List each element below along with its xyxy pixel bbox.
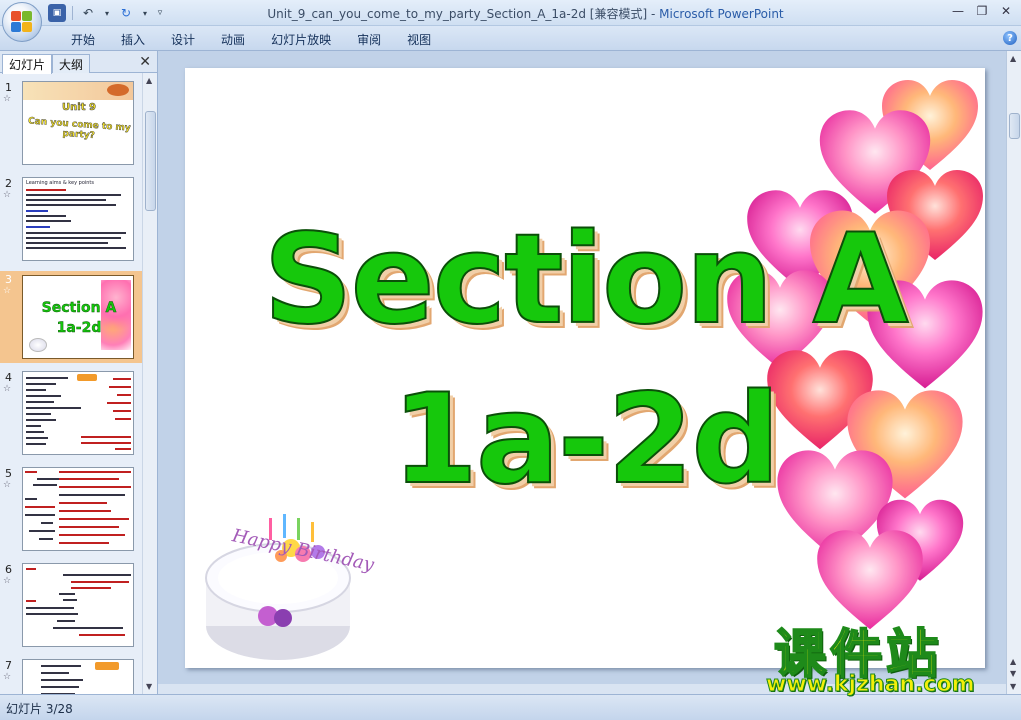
slide-number: 2 xyxy=(5,177,12,190)
minimize-icon[interactable]: — xyxy=(947,2,969,20)
slide-number: 6 xyxy=(5,563,12,576)
slide-number: 1 xyxy=(5,81,12,94)
slide-thumbnail-5[interactable]: 5 ☆ xyxy=(0,465,142,555)
editor-vertical-scrollbar[interactable]: ▲ ▲ ▼ ▼ xyxy=(1006,51,1021,694)
scroll-down-icon[interactable]: ▼ xyxy=(146,682,152,691)
slide-preview: Section A 1a-2d xyxy=(22,275,134,359)
office-button[interactable] xyxy=(2,2,42,42)
title-bar: ▣ ↶ ▾ ↻ ▾ ▿ Unit_9_can_you_come_to_my_pa… xyxy=(0,0,1021,26)
animation-star-icon: ☆ xyxy=(3,190,12,200)
slide-preview: Learning aims & key points xyxy=(22,177,134,261)
panel-close-icon[interactable]: ✕ xyxy=(139,54,151,70)
document-name: Unit_9_can_you_come_to_my_party_Section_… xyxy=(267,7,648,21)
current-slide[interactable]: Section A 1a-2d Happy Birthday xyxy=(185,68,985,668)
scroll-down-icon[interactable]: ▼ xyxy=(1010,682,1016,691)
animation-star-icon: ☆ xyxy=(3,384,12,394)
tab-home[interactable]: 开始 xyxy=(58,31,108,48)
animation-star-icon: ☆ xyxy=(3,94,12,104)
window-controls: — ❐ ✕ xyxy=(947,2,1017,20)
office-logo-icon xyxy=(11,11,33,33)
previous-slide-icon[interactable]: ▲ xyxy=(1010,657,1016,666)
ribbon-tabs: 开始 插入 设计 动画 幻灯片放映 审阅 视图 ? xyxy=(0,26,1021,51)
panel-tabs: 幻灯片 大纲 ✕ xyxy=(0,51,157,74)
slide-editor: Section A 1a-2d Happy Birthday xyxy=(158,51,1006,694)
slide-preview xyxy=(22,659,134,694)
slide-number: 3 xyxy=(5,273,12,286)
slide-title-line2[interactable]: 1a-2d xyxy=(185,377,985,503)
slides-panel: 幻灯片 大纲 ✕ 1 ☆ Unit 9 Can you come to my p… xyxy=(0,51,158,694)
close-icon[interactable]: ✕ xyxy=(995,2,1017,20)
slide-preview: Unit 9 Can you come to my party? xyxy=(22,81,134,165)
slide-title-line1[interactable]: Section A xyxy=(185,217,985,343)
tab-animations[interactable]: 动画 xyxy=(208,31,258,48)
help-icon[interactable]: ? xyxy=(1003,31,1017,45)
slide-thumbnail-2[interactable]: 2 ☆ Learning aims & key points xyxy=(0,175,142,265)
site-watermark: 课件站 www.kjzhan.com xyxy=(762,612,1002,702)
slide-thumbnail-3[interactable]: 3 ☆ Section A 1a-2d xyxy=(0,271,142,363)
scroll-thumb[interactable] xyxy=(145,111,156,211)
tab-review[interactable]: 审阅 xyxy=(344,31,394,48)
app-name: Microsoft PowerPoint xyxy=(659,7,784,21)
animation-star-icon: ☆ xyxy=(3,576,12,586)
next-slide-icon[interactable]: ▼ xyxy=(1010,669,1016,678)
slide-thumbnail-6[interactable]: 6 ☆ xyxy=(0,561,142,651)
tab-slides[interactable]: 幻灯片 xyxy=(2,54,53,74)
slide-number: 7 xyxy=(5,659,12,672)
scroll-thumb[interactable] xyxy=(1009,113,1020,139)
window-title: Unit_9_can_you_come_to_my_party_Section_… xyxy=(267,7,784,21)
animation-star-icon: ☆ xyxy=(3,672,12,682)
scroll-up-icon[interactable]: ▲ xyxy=(1010,54,1016,63)
slide-indicator: 幻灯片 3/28 xyxy=(6,702,73,716)
slide-number: 5 xyxy=(5,467,12,480)
slide-preview xyxy=(22,563,134,647)
slide-preview xyxy=(22,467,134,551)
scroll-up-icon[interactable]: ▲ xyxy=(146,76,152,85)
tab-slideshow[interactable]: 幻灯片放映 xyxy=(258,31,344,48)
restore-icon[interactable]: ❐ xyxy=(971,2,993,20)
slide-thumbnail-7[interactable]: 7 ☆ xyxy=(0,657,142,694)
slide-thumbnail-1[interactable]: 1 ☆ Unit 9 Can you come to my party? xyxy=(0,79,142,169)
slide-number: 4 xyxy=(5,371,12,384)
slide-preview xyxy=(22,371,134,455)
tab-design[interactable]: 设计 xyxy=(158,31,208,48)
tab-insert[interactable]: 插入 xyxy=(108,31,158,48)
animation-star-icon: ☆ xyxy=(3,286,12,296)
thumbnail-scrollbar[interactable]: ▲ ▼ xyxy=(142,73,157,694)
tab-outline[interactable]: 大纲 xyxy=(52,54,91,73)
tab-view[interactable]: 视图 xyxy=(394,31,444,48)
watermark-url: www.kjzhan.com xyxy=(766,672,976,698)
animation-star-icon: ☆ xyxy=(3,480,12,490)
slide-thumbnail-4[interactable]: 4 ☆ xyxy=(0,369,142,459)
thumbnail-list: 1 ☆ Unit 9 Can you come to my party? 2 ☆… xyxy=(0,73,142,694)
